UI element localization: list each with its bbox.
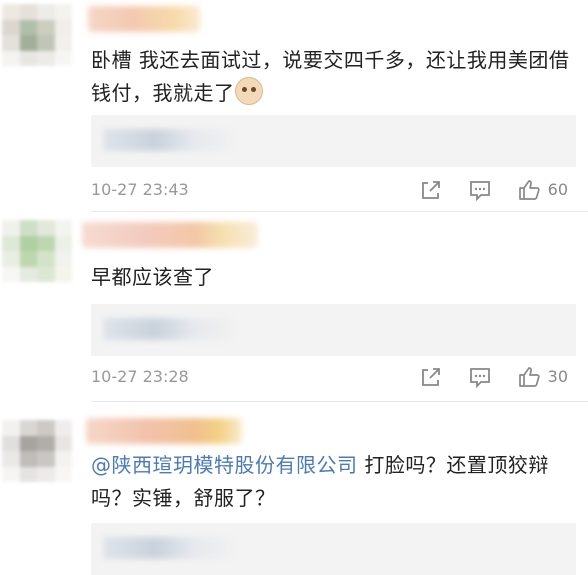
cat-emoji-icon [234,77,263,105]
like-icon [518,367,540,387]
avatar[interactable] [2,420,72,482]
reply-button[interactable] [468,366,492,388]
comment-actions: 30 [394,364,568,390]
like-button[interactable]: 60 [518,177,568,203]
comment-body: 早都应该查了 [91,265,214,289]
mention-link[interactable]: @陕西瑄玥模特股份有限公司 [91,453,358,477]
share-icon [421,181,440,199]
like-button[interactable]: 30 [518,364,568,390]
comment-actions: 60 [394,177,568,203]
reply-preview[interactable] [91,304,576,356]
reply-preview-text [103,537,233,559]
comment-meta: 10-27 23:43 60 [91,177,576,203]
share-button[interactable] [420,366,442,388]
username[interactable] [86,418,242,444]
comment-icon [469,368,490,388]
comment-text: @陕西瑄玥模特股份有限公司 打脸吗？还置顶狡辩吗？实锤，舒服了？ [91,449,570,515]
reply-preview[interactable] [91,115,576,167]
share-button[interactable] [420,179,442,201]
comment-body: 卧槽 我还去面试过，说要交四千多，还让我用美团借钱付，我就走了 [91,48,570,105]
reply-preview[interactable] [91,523,576,575]
comment-text: 早都应该查了 [91,261,570,294]
like-icon [518,180,540,200]
reply-preview-text [103,318,233,340]
like-count: 60 [547,180,568,199]
share-icon [421,368,440,386]
username[interactable] [88,6,200,32]
like-count: 30 [547,367,568,386]
comment-meta: 10-27 23:28 30 [91,364,576,390]
avatar[interactable] [2,4,72,66]
comment-icon [469,181,490,201]
reply-button[interactable] [468,179,492,201]
reply-preview-text [103,129,233,151]
timestamp: 10-27 23:28 [91,367,189,386]
username[interactable] [82,222,258,248]
avatar[interactable] [2,220,72,282]
timestamp: 10-27 23:43 [91,180,189,199]
comment-text: 卧槽 我还去面试过，说要交四千多，还让我用美团借钱付，我就走了 [91,44,570,110]
comment-item: 卧槽 我还去面试过，说要交四千多，还让我用美团借钱付，我就走了 10-27 23… [0,0,588,212]
comment-item: @陕西瑄玥模特股份有限公司 打脸吗？还置顶狡辩吗？实锤，舒服了？ [0,402,588,575]
comment-item: 早都应该查了 10-27 23:28 30 [0,212,588,402]
